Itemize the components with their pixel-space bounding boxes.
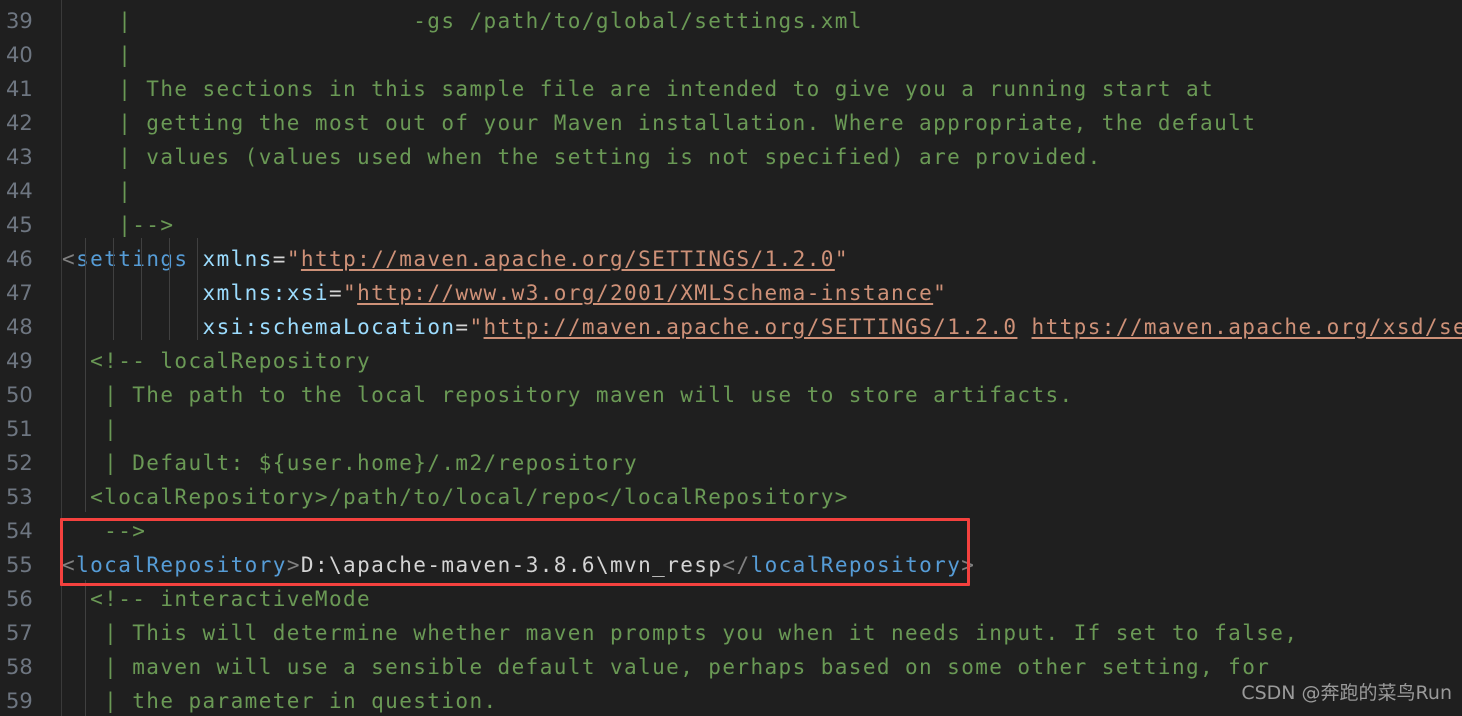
code-token-cmt: | values (values used when the setting i…	[62, 145, 1102, 169]
code-token-eq: =	[272, 247, 287, 271]
gutter-divider	[61, 0, 62, 716]
code-token-attr: xsi:schemaLocation	[202, 315, 456, 339]
code-line[interactable]: | The path to the local repository maven…	[62, 378, 1074, 412]
line-number: 47	[6, 281, 33, 305]
line-number: 43	[6, 145, 33, 169]
line-number: 54	[6, 519, 33, 543]
line-number: 48	[6, 315, 33, 339]
code-line[interactable]: | -gs /path/to/global/settings.xml	[62, 4, 863, 38]
code-token-link: http://maven.apache.org/SETTINGS/1.2.0	[300, 247, 835, 271]
line-number: 52	[6, 451, 33, 475]
code-token-tag: localRepository	[750, 553, 962, 577]
indent-guide	[85, 580, 86, 716]
code-line[interactable]: | values (values used when the setting i…	[62, 140, 1102, 174]
line-number: 39	[6, 9, 33, 33]
indent-guide	[169, 238, 170, 340]
code-token-cmt: |	[62, 179, 133, 203]
code-token-attr: xmlns	[202, 247, 273, 271]
line-number: 53	[6, 485, 33, 509]
code-line[interactable]: <!-- interactiveMode	[62, 582, 371, 616]
code-content[interactable]: | -gs /path/to/global/settings.xml | | T…	[62, 0, 1462, 716]
code-line[interactable]: xsi:schemaLocation="http://maven.apache.…	[62, 310, 1462, 344]
code-line[interactable]: |	[62, 412, 118, 446]
code-token-cmt: <localRepository>/path/to/local/repo</lo…	[62, 485, 849, 509]
line-number: 46	[6, 247, 33, 271]
code-token-str: "	[469, 315, 484, 339]
code-token-cmt: |	[62, 43, 133, 67]
code-token-link: http://www.w3.org/2001/XMLSchema-instanc…	[357, 281, 934, 305]
code-token-cmt: <!-- localRepository	[62, 349, 372, 373]
watermark-text: CSDN @奔跑的菜鸟Run	[1241, 682, 1452, 704]
code-token-cmt: | The path to the local repository maven…	[62, 383, 1074, 407]
code-line[interactable]: |-->	[62, 208, 174, 242]
code-token-tagb: <	[62, 247, 77, 271]
code-token-str	[1017, 315, 1031, 339]
code-token-link: https://maven.apache.org/xsd/sett	[1031, 315, 1462, 339]
code-token-cmt: | the parameter in question.	[62, 689, 498, 713]
code-line[interactable]: -->	[62, 514, 146, 548]
code-line[interactable]: <!-- localRepository	[62, 344, 371, 378]
code-line[interactable]: xmlns:xsi="http://www.w3.org/2001/XMLSch…	[62, 276, 947, 310]
code-token-txt: D:\apache-maven-3.8.6\mvn_resp	[300, 553, 723, 577]
code-token-attr: xmlns:xsi	[202, 281, 329, 305]
code-line[interactable]: | maven will use a sensible default valu…	[62, 650, 1270, 684]
line-number: 42	[6, 111, 33, 135]
line-number: 50	[6, 383, 33, 407]
code-token-tagb: </	[722, 553, 751, 577]
code-token-eq: =	[328, 281, 344, 305]
code-line[interactable]: | The sections in this sample file are i…	[62, 72, 1214, 106]
code-token-tagb: >	[961, 553, 976, 577]
indent-guide	[197, 238, 198, 340]
code-token-tag: settings	[76, 247, 189, 271]
code-token-cmt: | The sections in this sample file are i…	[62, 77, 1215, 101]
line-number: 51	[6, 417, 33, 441]
indent-guide	[85, 340, 86, 512]
indent-guide	[113, 238, 114, 340]
line-number: 57	[6, 621, 33, 645]
code-token-str: "	[834, 247, 849, 271]
code-token-str: "	[343, 281, 358, 305]
code-token-cmt: <!-- interactiveMode	[62, 587, 372, 611]
line-number-gutter: 39 40 41 42 43 44 45 46 47 48 49 50 51 52 53 54 55 56 57 58…	[0, 0, 62, 716]
code-token-cmt: | getting the most out of your Maven ins…	[62, 111, 1257, 135]
code-token-str: "	[286, 247, 301, 271]
line-number: 44	[6, 179, 33, 203]
line-number: 58	[6, 655, 33, 679]
code-token-cmt: | -gs /path/to/global/settings.xml	[62, 9, 863, 33]
line-number: 45	[6, 213, 33, 237]
code-token-str: "	[933, 281, 948, 305]
indent-guide	[141, 238, 142, 340]
code-token-cmt: |-->	[62, 213, 175, 237]
code-line[interactable]: | Default: ${user.home}/.m2/repository	[62, 446, 638, 480]
code-line[interactable]: | This will determine whether maven prom…	[62, 616, 1298, 650]
code-line[interactable]: |	[62, 38, 132, 72]
code-token-cmt: | This will determine whether maven prom…	[62, 621, 1299, 645]
code-token-cmt: | Default: ${user.home}/.m2/repository	[62, 451, 639, 475]
code-line[interactable]: <settings xmlns="http://maven.apache.org…	[62, 242, 849, 276]
indent-guide	[85, 238, 86, 340]
line-number: 41	[6, 77, 33, 101]
code-token-tag: localRepository	[76, 553, 287, 577]
code-token-tagb: <	[62, 553, 77, 577]
code-token-cmt: | maven will use a sensible default valu…	[62, 655, 1271, 679]
code-editor[interactable]: 39 40 41 42 43 44 45 46 47 48 49 50 51 52 53 54 55 56 57 58…	[0, 0, 1462, 716]
line-number: 59	[6, 689, 33, 713]
code-token-cmt: -->	[62, 519, 147, 543]
code-token-link: http://maven.apache.org/SETTINGS/1.2.0	[483, 315, 1018, 339]
code-line[interactable]: <localRepository>D:\apache-maven-3.8.6\m…	[62, 548, 975, 582]
line-number: 55	[6, 553, 33, 577]
code-token-eq: =	[455, 315, 470, 339]
code-token-tagb: >	[286, 553, 301, 577]
line-number: 56	[6, 587, 33, 611]
code-line[interactable]: | the parameter in question.	[62, 684, 498, 716]
code-line[interactable]: |	[62, 174, 132, 208]
code-line[interactable]: <localRepository>/path/to/local/repo</lo…	[62, 480, 849, 514]
code-line[interactable]: | getting the most out of your Maven ins…	[62, 106, 1256, 140]
line-number: 40	[6, 43, 33, 67]
code-token-cmt: |	[62, 417, 119, 441]
line-number: 49	[6, 349, 33, 373]
